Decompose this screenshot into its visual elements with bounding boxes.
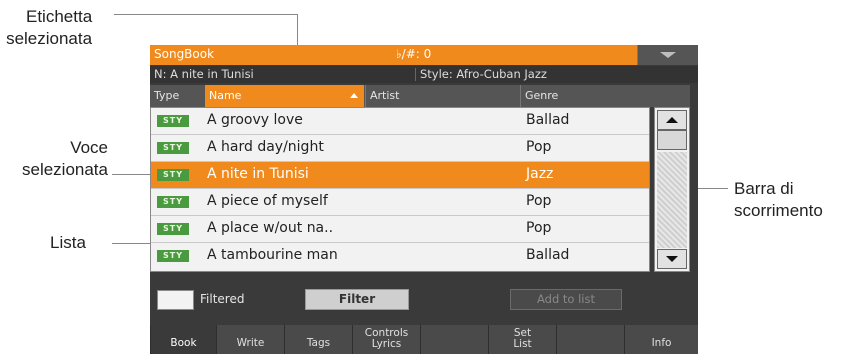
add-to-list-button[interactable]: Add to list [510,289,622,310]
selection-info-bar: N: A nite in Tunisi Style: Afro-Cuban Ja… [150,66,698,83]
tab-tags[interactable]: Tags [284,325,352,354]
column-header-artist[interactable]: Artist [365,85,519,107]
entry-name: A nite in Tunisi [207,166,309,182]
transpose-readout: ♭/#: 0 [396,47,432,61]
tab-empty [420,325,488,354]
callout-list: Lista [50,232,86,254]
tab-set-list[interactable]: Set List [488,325,556,354]
callout-selected-label: Etichetta selezionata [6,6,93,50]
arrow-up-icon [666,117,678,123]
entry-genre: Pop [526,193,552,209]
callout-leader-line [114,14,297,15]
column-header-genre[interactable]: Genre [520,85,690,107]
scroll-down-button[interactable] [657,249,687,269]
column-header-type[interactable]: Type [150,85,204,107]
song-list: STY A groovy love Ballad STY A hard day/… [150,107,650,272]
list-item-selected[interactable]: STY A nite in Tunisi Jazz [151,162,649,189]
tab-label-line: List [513,338,532,350]
list-item[interactable]: STY A tambourine man Ballad [151,243,649,269]
entry-genre: Ballad [526,112,570,128]
type-badge: STY [157,196,189,208]
tab-book[interactable]: Book [150,325,216,354]
type-badge: STY [157,169,189,181]
callout-text-line: scorrimento [734,201,823,220]
divider [415,68,416,81]
scroll-track[interactable] [657,152,687,248]
column-headers: Type Name Artist Genre [150,85,690,107]
callout-text-line: Barra di [734,179,794,198]
callout-text-line: Voce [70,138,108,157]
tab-label: Set List [489,328,556,350]
scroll-up-button[interactable] [657,110,687,130]
tab-label: Write [236,337,265,349]
type-badge: STY [157,115,189,127]
tab-label: Book [170,337,197,349]
songbook-screen: SongBook ♭/#: 0 N: A nite in Tunisi Styl… [150,45,698,354]
type-badge: STY [157,223,189,235]
tab-label: Tags [306,337,331,349]
tab-bar: Book Write Tags Controls Lyrics Set List… [150,325,698,354]
entry-genre: Pop [526,139,552,155]
callout-scrollbar: Barra di scorrimento [734,178,823,222]
tab-empty [556,325,624,354]
selected-entry-style: Style: Afro-Cuban Jazz [420,67,547,81]
entry-name: A groovy love [207,112,303,128]
entry-name: A hard day/night [207,139,324,155]
tab-label-line: Lyrics [371,338,402,350]
page-menu-button[interactable] [637,45,698,65]
selected-entry-name: N: A nite in Tunisi [154,67,254,81]
entry-genre: Pop [526,220,552,236]
title-bar: SongBook ♭/#: 0 [150,45,698,65]
tab-info[interactable]: Info [624,325,698,354]
list-item[interactable]: STY A groovy love Ballad [151,108,649,135]
callout-text-line: selezionata [6,29,93,48]
scrollbar[interactable] [654,107,690,272]
entry-genre: Ballad [526,247,570,263]
type-badge: STY [157,250,189,262]
type-badge: STY [157,142,189,154]
entry-genre: Jazz [526,166,554,182]
entry-name: A place w/out na.. [207,220,334,236]
callout-text-line: selezionata [21,160,108,179]
callout-text-line: Etichetta [26,7,93,26]
chevron-down-icon [660,52,676,58]
list-item[interactable]: STY A place w/out na.. Pop [151,216,649,243]
page-title: SongBook [154,47,215,61]
filtered-label: Filtered [200,292,245,306]
entry-name: A tambourine man [207,247,338,263]
list-item[interactable]: STY A piece of myself Pop [151,189,649,216]
arrow-down-icon [666,256,678,262]
column-header-name-label: Name [209,89,242,102]
filtered-checkbox[interactable] [157,290,194,310]
tab-controls-lyrics[interactable]: Controls Lyrics [352,325,420,354]
tab-label: Controls Lyrics [353,328,420,350]
tab-label: Info [651,337,672,349]
sort-ascending-icon [350,93,358,98]
callout-text-line: Lista [50,233,86,252]
callout-selected-item: Voce selezionata [8,137,108,181]
filter-button[interactable]: Filter [305,289,409,310]
scroll-thumb[interactable] [657,130,687,150]
column-header-name[interactable]: Name [205,85,364,107]
tab-write[interactable]: Write [216,325,284,354]
entry-name: A piece of myself [207,193,328,209]
list-item[interactable]: STY A hard day/night Pop [151,135,649,162]
